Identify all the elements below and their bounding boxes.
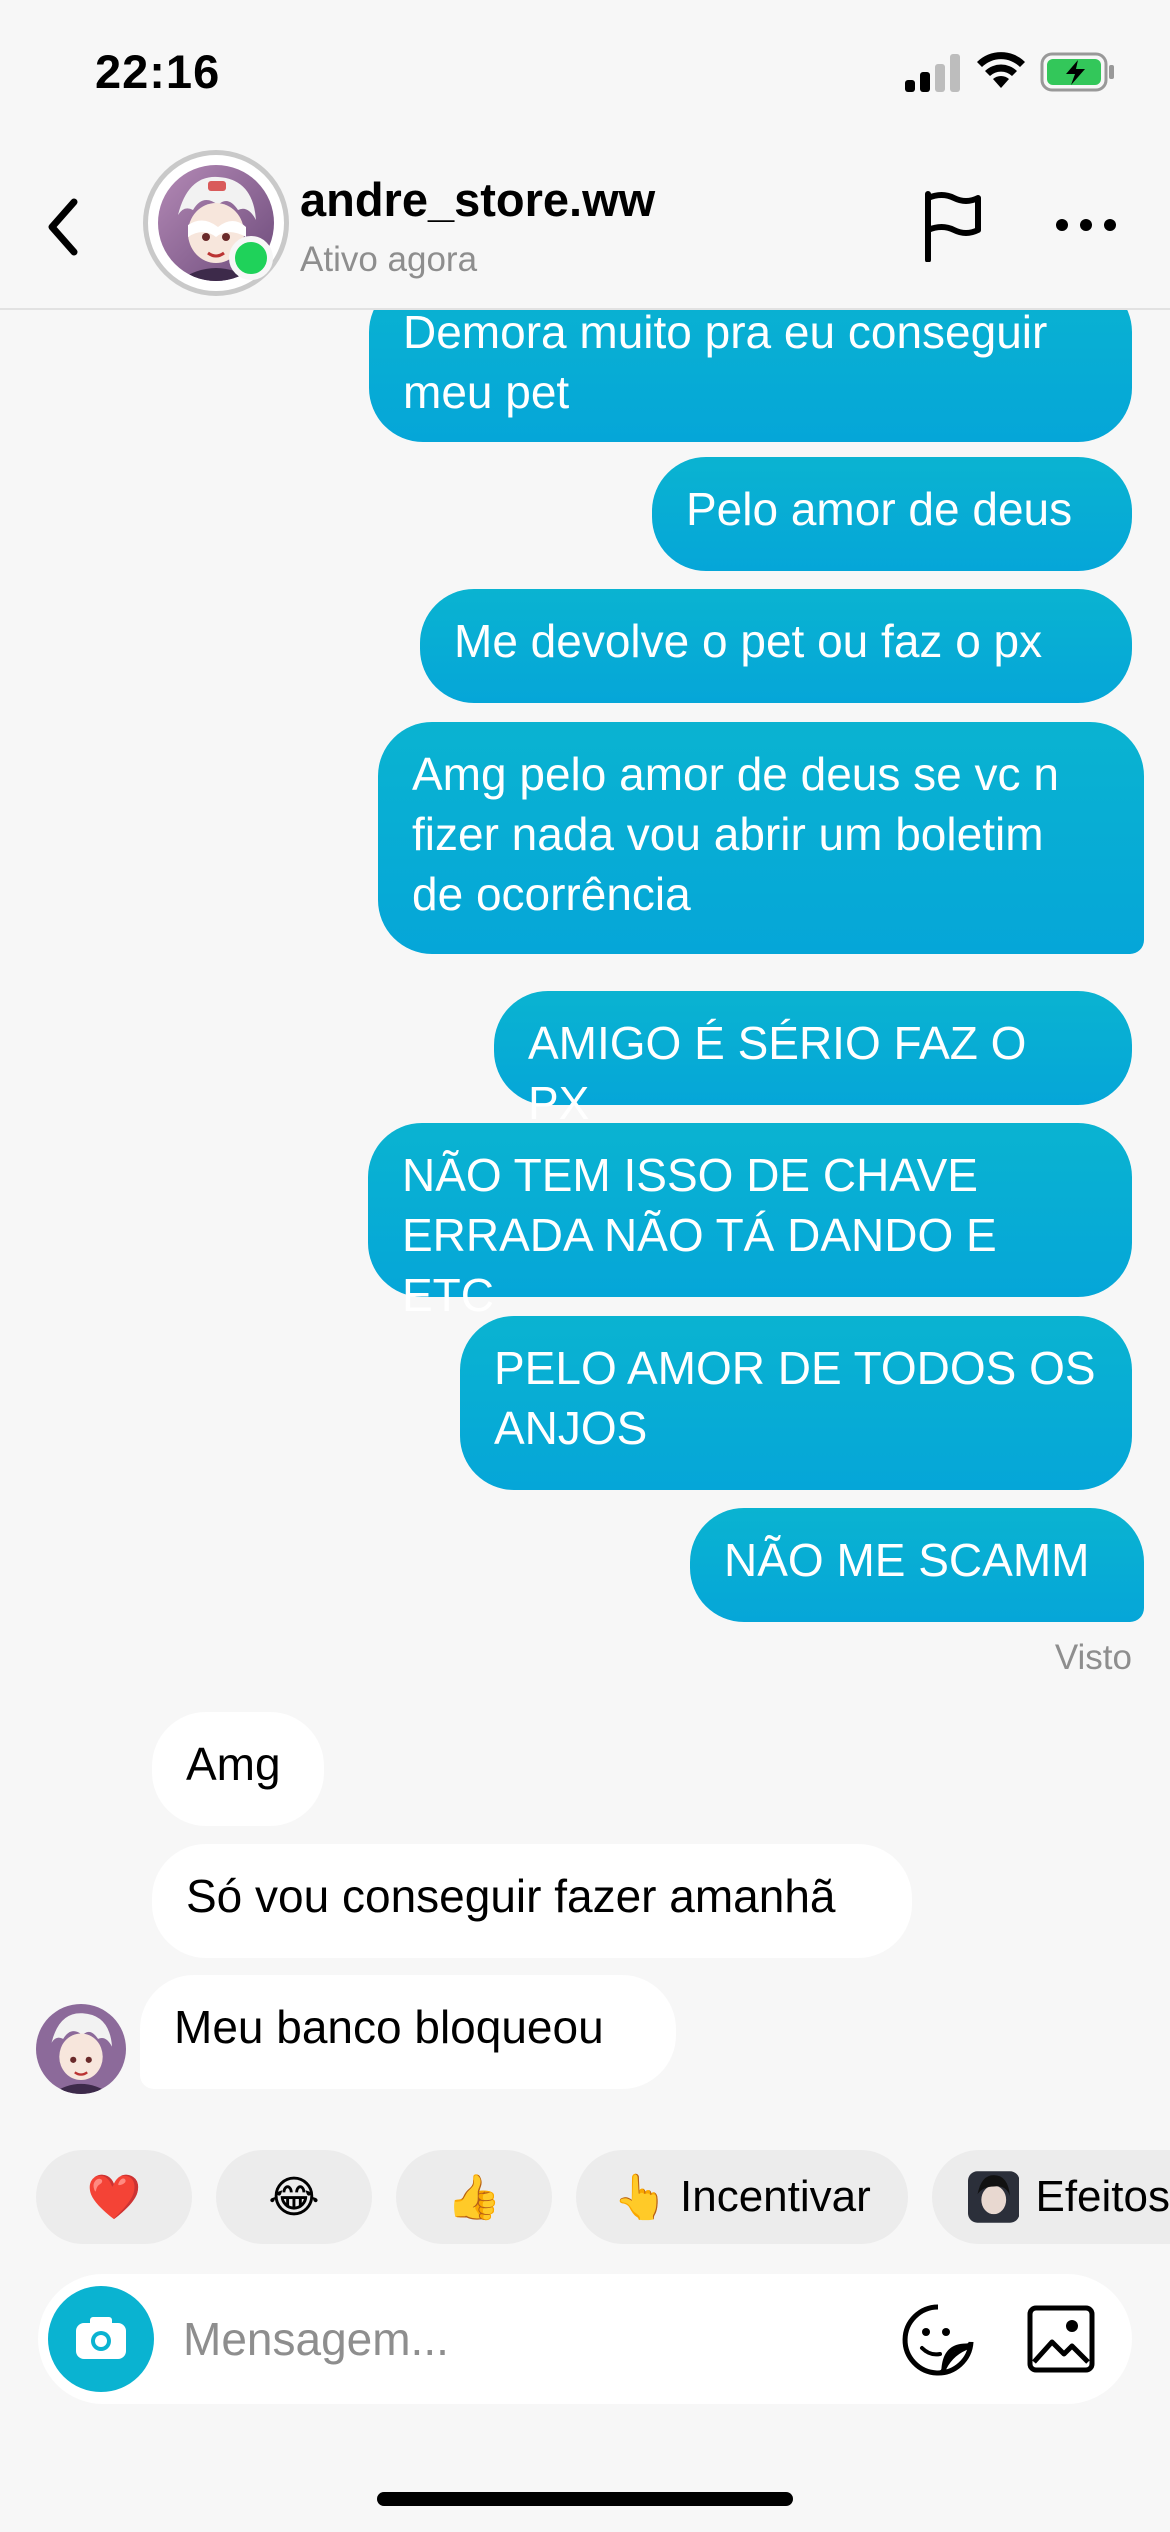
message-text: Meu banco bloqueou	[174, 2001, 604, 2053]
message-text: ANJOS	[494, 1402, 648, 1454]
sticker-icon[interactable]	[900, 2302, 976, 2378]
chip-label: Incentivar	[680, 2172, 871, 2221]
message-text: ERRADA NÃO TÁ DANDO E ETC	[402, 1209, 997, 1321]
reaction-thumbs-up-chip[interactable]: 👍	[396, 2150, 552, 2244]
incentivar-chip[interactable]: 👆 Incentivar	[576, 2150, 908, 2244]
message-text: NÃO TEM ISSO DE CHAVE	[402, 1149, 978, 1201]
chat-header: andre_store.ww Ativo agora	[0, 150, 1170, 310]
camera-button[interactable]	[48, 2286, 154, 2392]
message-text: PELO AMOR DE TODOS OS	[494, 1342, 1096, 1394]
message-text: Pelo amor de deus	[686, 483, 1073, 535]
message-bubble-outgoing[interactable]: AMIGO É SÉRIO FAZ O PX	[494, 991, 1132, 1129]
heart-icon: ❤️	[86, 2173, 142, 2222]
reaction-heart-chip[interactable]: ❤️	[36, 2150, 192, 2244]
battery-charging-icon	[1040, 52, 1114, 92]
message-text: Demora muito pra eu conseguir	[403, 306, 1048, 358]
message-bubble-outgoing[interactable]: PELO AMOR DE TODOS OS ANJOS	[460, 1316, 1132, 1490]
message-bubble-incoming[interactable]: Amg	[152, 1712, 324, 1826]
message-bubble-outgoing[interactable]: NÃO TEM ISSO DE CHAVE ERRADA NÃO TÁ DAND…	[368, 1123, 1132, 1321]
presence-status: Ativo agora	[300, 240, 478, 279]
online-status-dot	[229, 236, 273, 280]
camera-icon	[76, 2317, 126, 2359]
message-bubble-outgoing[interactable]: Amg pelo amor de deus se vc n fizer nada…	[378, 722, 1144, 954]
message-text: Amg	[186, 1738, 281, 1790]
sender-avatar[interactable]	[36, 2004, 126, 2094]
quick-reactions-bar: ❤️ 😂 👍 👆 Incentivar Efeitos	[0, 2150, 1170, 2250]
message-bubble-outgoing[interactable]: NÃO ME SCAMM	[690, 1508, 1144, 1622]
message-composer: Mensagem...	[38, 2274, 1132, 2404]
status-time: 22:16	[95, 45, 221, 98]
more-options-icon[interactable]	[1054, 210, 1118, 240]
message-text: de ocorrência	[412, 868, 691, 920]
thumbs-up-icon: 👍	[446, 2173, 502, 2222]
message-bubble-incoming[interactable]: Só vou conseguir fazer amanhã	[152, 1844, 912, 1958]
message-bubble-incoming[interactable]: Meu banco bloqueou	[140, 1975, 676, 2089]
chat-username[interactable]: andre_store.ww	[300, 172, 655, 227]
message-text: Me devolve o pet ou faz o px	[454, 615, 1043, 667]
profile-avatar[interactable]	[143, 150, 289, 296]
back-chevron-icon[interactable]	[42, 192, 82, 262]
message-text: meu pet	[403, 366, 570, 418]
home-indicator	[377, 2492, 793, 2506]
message-thread[interactable]: Demora muito pra eu conseguir meu pet Pe…	[0, 278, 1170, 2128]
message-bubble-outgoing[interactable]: Me devolve o pet ou faz o px	[420, 589, 1132, 703]
message-bubble-outgoing[interactable]: Pelo amor de deus	[652, 457, 1132, 571]
chip-label: Efeitos	[1035, 2172, 1170, 2221]
message-input[interactable]: Mensagem...	[183, 2312, 449, 2366]
effects-thumbnail-icon	[968, 2171, 1020, 2223]
message-text: Amg pelo amor de deus se vc n	[412, 748, 1059, 800]
flag-icon[interactable]	[920, 190, 984, 262]
reaction-laugh-chip[interactable]: 😂	[216, 2150, 372, 2244]
message-text: fizer nada vou abrir um boletim	[412, 808, 1044, 860]
pointing-finger-icon: 👆	[613, 2173, 669, 2222]
wifi-icon	[977, 52, 1025, 88]
message-text: NÃO ME SCAMM	[724, 1534, 1090, 1586]
message-text: AMIGO É SÉRIO FAZ O PX	[528, 1017, 1027, 1129]
gallery-icon[interactable]	[1026, 2304, 1096, 2374]
seen-indicator: Visto	[1054, 1638, 1132, 1677]
message-text: Só vou conseguir fazer amanhã	[186, 1870, 836, 1922]
efeitos-chip[interactable]: Efeitos	[932, 2150, 1170, 2244]
cellular-signal-icon	[905, 52, 961, 92]
status-bar: 22:16	[0, 0, 1170, 150]
laughing-face-icon: 😂	[268, 2172, 320, 2222]
